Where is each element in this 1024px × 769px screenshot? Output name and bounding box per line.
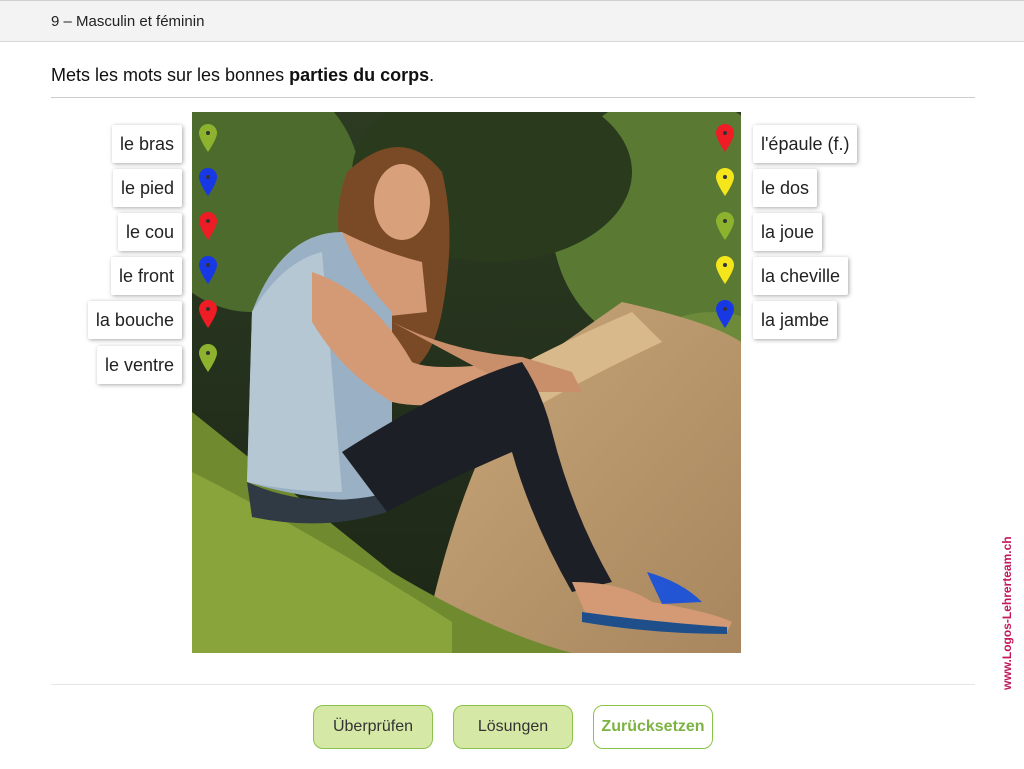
- label-le-bras[interactable]: le bras: [111, 125, 182, 163]
- label-l-epaule[interactable]: l'épaule (f.): [753, 125, 858, 163]
- label-le-pied[interactable]: le pied: [112, 169, 182, 207]
- map-pin-icon[interactable]: [716, 212, 734, 240]
- map-pin-icon[interactable]: [199, 212, 217, 240]
- map-pin-icon[interactable]: [716, 256, 734, 284]
- watermark-logo: www.Logos-Lehrerteam.ch: [1000, 536, 1014, 690]
- check-button[interactable]: Überprüfen: [313, 705, 433, 749]
- label-la-jambe[interactable]: la jambe: [753, 301, 838, 339]
- label-le-dos[interactable]: le dos: [753, 169, 818, 207]
- reset-button[interactable]: Zurücksetzen: [593, 705, 713, 749]
- map-pin-icon[interactable]: [716, 124, 734, 152]
- header-bar: 9 – Masculin et féminin: [0, 0, 1024, 42]
- instruction-end: .: [429, 65, 435, 85]
- map-pin-icon[interactable]: [716, 300, 734, 328]
- watermark-text: www.Logos-Lehrerteam.ch: [1000, 536, 1014, 690]
- divider: [51, 684, 975, 685]
- label-la-cheville[interactable]: la cheville: [753, 257, 849, 295]
- map-pin-icon[interactable]: [199, 344, 217, 372]
- map-pin-icon[interactable]: [199, 256, 217, 284]
- map-pin-icon[interactable]: [199, 124, 217, 152]
- page-title: 9 – Masculin et féminin: [51, 13, 205, 30]
- map-pin-icon[interactable]: [716, 168, 734, 196]
- label-la-joue[interactable]: la joue: [753, 213, 823, 251]
- instruction-text: Mets les mots sur les bonnes parties du …: [51, 65, 434, 86]
- map-pin-icon[interactable]: [199, 168, 217, 196]
- solutions-button[interactable]: Lösungen: [453, 705, 573, 749]
- label-la-bouche[interactable]: la bouche: [87, 301, 182, 339]
- map-pin-icon[interactable]: [199, 300, 217, 328]
- divider: [51, 97, 975, 98]
- instruction-plain: Mets les mots sur les bonnes: [51, 65, 290, 85]
- label-le-ventre[interactable]: le ventre: [96, 346, 182, 384]
- body-photo: [192, 112, 741, 653]
- label-le-cou[interactable]: le cou: [117, 213, 182, 251]
- instruction-bold: parties du corps: [289, 65, 430, 85]
- label-le-front[interactable]: le front: [110, 257, 182, 295]
